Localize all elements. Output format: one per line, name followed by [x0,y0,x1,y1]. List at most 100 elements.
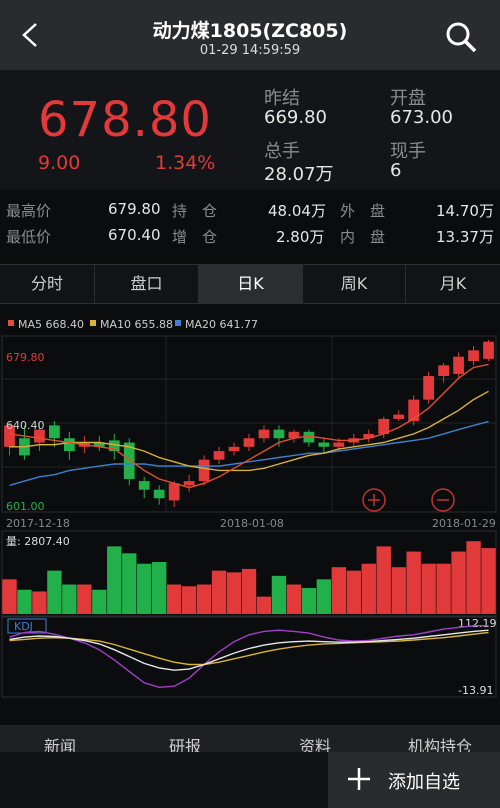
date-label-mid: 2018-01-08 [220,517,284,530]
increase-oi-label: 增 仓 [172,228,218,246]
tab-monthly-k[interactable]: 月K [406,265,500,303]
inner-value: 13.37万 [436,228,494,246]
volume-bar [226,572,242,614]
volume-bar [466,541,481,614]
volume-bar [211,570,227,614]
volume-bar [391,567,406,614]
price-mid-label: 640.40 [6,419,45,432]
kdj-max-label: 112.19 [458,617,497,630]
outer-label: 外 盘 [340,202,386,220]
candle-body [483,341,494,359]
volume-bar [436,563,451,614]
low-value: 670.40 [108,226,161,244]
volume-bar [196,584,212,614]
tab-order-book[interactable]: 盘口 [95,265,199,303]
volume-bar [346,570,361,614]
tab-weekly-k[interactable]: 周K [303,265,406,303]
candle-body [318,442,330,447]
legend-ma10: MA10 655.88 [100,318,173,331]
price-low-label: 601.00 [6,500,45,513]
open-interest-label: 持 仓 [172,202,218,220]
open-interest-value: 48.04万 [268,202,326,220]
volume-bar [17,589,32,614]
volume-bar [32,591,47,614]
volume-bar [316,579,332,614]
candle-body [333,442,345,447]
quote-datetime: 01-29 14:59:59 [199,43,301,58]
info-tabs: 新闻 研报 资料 机构持仓 [0,725,500,756]
volume-label: 量: 2807.40 [6,535,70,548]
volume-bar [286,584,302,614]
candle-body [438,365,449,377]
candle-body [468,350,479,362]
page-title: 动力煤1805(ZC805) [152,20,348,42]
candle-body [198,459,210,482]
price-change: 9.00 [38,152,81,174]
legend-swatch-ma20 [175,320,181,326]
tab-daily-k[interactable]: 日K [199,265,303,303]
volume-bar [107,546,122,614]
volume-bar [451,551,466,614]
legend-swatch-ma10 [90,320,96,326]
volume-bar [361,563,376,614]
volume-bar [47,570,62,614]
candle-body [138,481,150,490]
volume-bar [421,563,436,614]
candle-body [393,414,405,419]
volume-bar [271,575,287,614]
high-label: 最高价 [6,202,52,220]
kdj-min-label: -13.91 [458,684,493,697]
candle-body [168,483,180,501]
candle-body [49,425,60,439]
candle-body [63,438,75,452]
volume-bar [2,579,17,614]
volume-bar [331,567,347,614]
volume-bar [166,584,182,614]
volume-bar [151,561,167,614]
price-high-label: 679.80 [6,351,45,364]
search-icon[interactable] [444,20,478,54]
prev-settle-value: 669.80 [264,107,327,128]
kdj-j-line [9,625,489,689]
legend-ma20: MA20 641.77 [185,318,258,331]
total-volume-value: 28.07万 [264,164,334,185]
candle-body [258,429,270,439]
volume-bar [256,596,272,614]
low-label: 最低价 [6,228,52,246]
volume-bar [92,589,107,614]
volume-bar [406,551,421,614]
candle-body [183,481,195,486]
candle-body [228,446,240,452]
volume-bar [137,563,152,614]
volume-bar [241,568,257,614]
price-change-percent: 1.34% [155,152,216,174]
volume-bar [62,584,77,614]
outer-value: 14.70万 [436,202,494,220]
increase-oi-value: 2.80万 [276,228,325,246]
candle-body [213,451,225,460]
price-frame [1,335,497,513]
last-price: 678.80 [38,92,212,148]
volume-bar [481,548,496,614]
open-value: 673.00 [390,107,453,128]
candle-body [153,489,165,499]
kdj-label: KDJ [14,620,33,633]
candle-body [453,356,464,374]
legend-swatch-ma5 [8,320,14,326]
ma20-line [9,420,489,487]
inner-label: 内 盘 [340,228,386,246]
kdj-frame [1,616,497,698]
candle-body [243,438,255,447]
candle-body [273,429,285,439]
current-volume-value: 6 [390,160,402,181]
tab-intraday[interactable]: 分时 [0,265,95,303]
volume-bar [301,587,317,614]
kline-chart[interactable]: MA5 668.40 MA10 655.88 MA20 641.77 679.80 64… [0,303,500,703]
legend-ma5: MA5 668.40 [18,318,84,331]
kdj-k-line [9,629,489,671]
high-value: 679.80 [108,200,161,218]
chart-tabs: 分时 盘口 日K 周K 月K [0,264,500,304]
plus-icon [348,768,370,790]
volume-bar [77,584,92,614]
candle-body [408,399,420,422]
